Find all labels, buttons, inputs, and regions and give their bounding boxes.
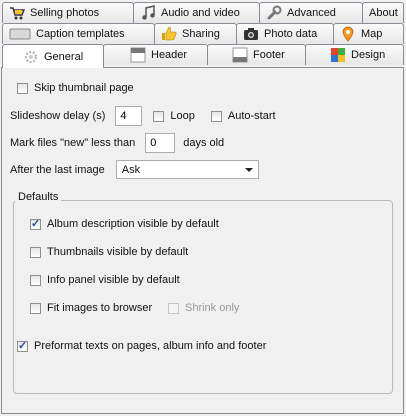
tab-caption-templates[interactable]: Caption templates <box>2 23 155 44</box>
checkbox-label: Fit images to browser <box>47 302 153 314</box>
thumbs-up-icon <box>161 26 177 42</box>
mark-new-label: Mark files "new" less than <box>10 137 136 149</box>
checkbox <box>168 302 179 314</box>
tab-label: Photo data <box>264 28 318 40</box>
select-value: Ask <box>121 163 141 176</box>
checkbox[interactable] <box>30 302 41 314</box>
days-old-label: days old <box>183 137 225 149</box>
tab-label: Advanced <box>287 7 336 19</box>
mark-new-days-input[interactable] <box>145 133 176 153</box>
skip-thumbnail-page-checkbox[interactable]: Skip thumbnail page <box>17 82 134 94</box>
preformat-texts-checkbox[interactable]: Preformat texts on pages, album info and… <box>17 339 267 352</box>
tab-label: Design <box>351 49 386 61</box>
footer-icon <box>232 47 248 63</box>
album-description-checkbox[interactable]: Album description visible by default <box>30 217 219 230</box>
tab-selling-photos[interactable]: Selling photos <box>2 2 134 23</box>
checkbox-label: Album description visible by default <box>47 218 219 230</box>
fit-images-checkbox[interactable]: Fit images to browser <box>30 302 152 314</box>
tab-label: Footer <box>253 49 285 61</box>
tab-label: Selling photos <box>30 7 100 19</box>
checkbox-label: Skip thumbnail page <box>34 82 134 94</box>
general-panel: Skip thumbnail page Slideshow delay (s) … <box>1 67 404 414</box>
defaults-group-title: Defaults <box>15 191 62 203</box>
checkbox[interactable] <box>30 274 41 286</box>
checkbox[interactable] <box>17 82 28 94</box>
gear-icon <box>23 49 39 65</box>
slideshow-delay-input[interactable] <box>115 106 143 126</box>
caption-icon <box>9 26 31 42</box>
checkbox-label: Preformat texts on pages, album info and… <box>34 340 267 352</box>
checkbox[interactable] <box>30 246 41 258</box>
tab-photo-data[interactable]: Photo data <box>236 23 334 44</box>
info-panel-checkbox[interactable]: Info panel visible by default <box>30 274 180 286</box>
checkbox-label: Shrink only <box>185 302 240 314</box>
after-last-image-select[interactable]: Ask <box>115 160 259 179</box>
tab-audio-video[interactable]: Audio and video <box>133 2 260 23</box>
shrink-only-checkbox: Shrink only <box>168 302 239 314</box>
map-pin-icon <box>340 26 356 42</box>
tab-label: Caption templates <box>36 28 125 40</box>
after-last-image-row: After the last image Ask <box>10 160 259 179</box>
mark-new-row: Mark files "new" less than days old <box>10 133 224 153</box>
thumbnails-visible-checkbox[interactable]: Thumbnails visible by default <box>30 246 188 258</box>
loop-checkbox[interactable] <box>153 110 165 122</box>
cart-icon <box>9 5 26 21</box>
auto-start-label: Auto-start <box>227 110 276 122</box>
music-note-icon <box>140 5 156 21</box>
after-last-image-label: After the last image <box>10 163 105 176</box>
loop-label: Loop <box>170 110 195 122</box>
tab-advanced[interactable]: Advanced <box>259 2 363 23</box>
tab-design[interactable]: Design <box>305 44 404 65</box>
camera-icon <box>243 26 259 42</box>
header-icon <box>130 47 146 63</box>
checkbox-label: Info panel visible by default <box>47 274 180 286</box>
tab-about[interactable]: About <box>362 2 404 23</box>
chevron-down-icon <box>244 167 253 172</box>
auto-start-checkbox[interactable] <box>210 110 222 122</box>
slideshow-delay-label: Slideshow delay (s) <box>10 110 106 122</box>
wrench-icon <box>266 5 282 21</box>
tab-header[interactable]: Header <box>103 44 208 65</box>
tab-sharing[interactable]: Sharing <box>154 23 237 44</box>
settings-window: Selling photos Audio and video Advanced … <box>0 0 406 416</box>
checkbox[interactable] <box>30 217 41 230</box>
slideshow-delay-row: Slideshow delay (s) Loop Auto-start <box>10 106 276 126</box>
checkbox[interactable] <box>17 339 28 352</box>
tab-label: Audio and video <box>161 7 240 19</box>
checkbox-label: Thumbnails visible by default <box>47 246 189 258</box>
tab-label: Sharing <box>182 28 220 40</box>
tab-general[interactable]: General <box>2 44 104 68</box>
tab-label: Map <box>361 28 383 40</box>
tab-label: General <box>44 50 84 63</box>
tab-footer[interactable]: Footer <box>207 44 306 65</box>
tab-map[interactable]: Map <box>333 23 404 44</box>
tab-label: Header <box>151 49 188 61</box>
palette-icon <box>330 47 346 63</box>
tab-label: About <box>369 7 398 19</box>
